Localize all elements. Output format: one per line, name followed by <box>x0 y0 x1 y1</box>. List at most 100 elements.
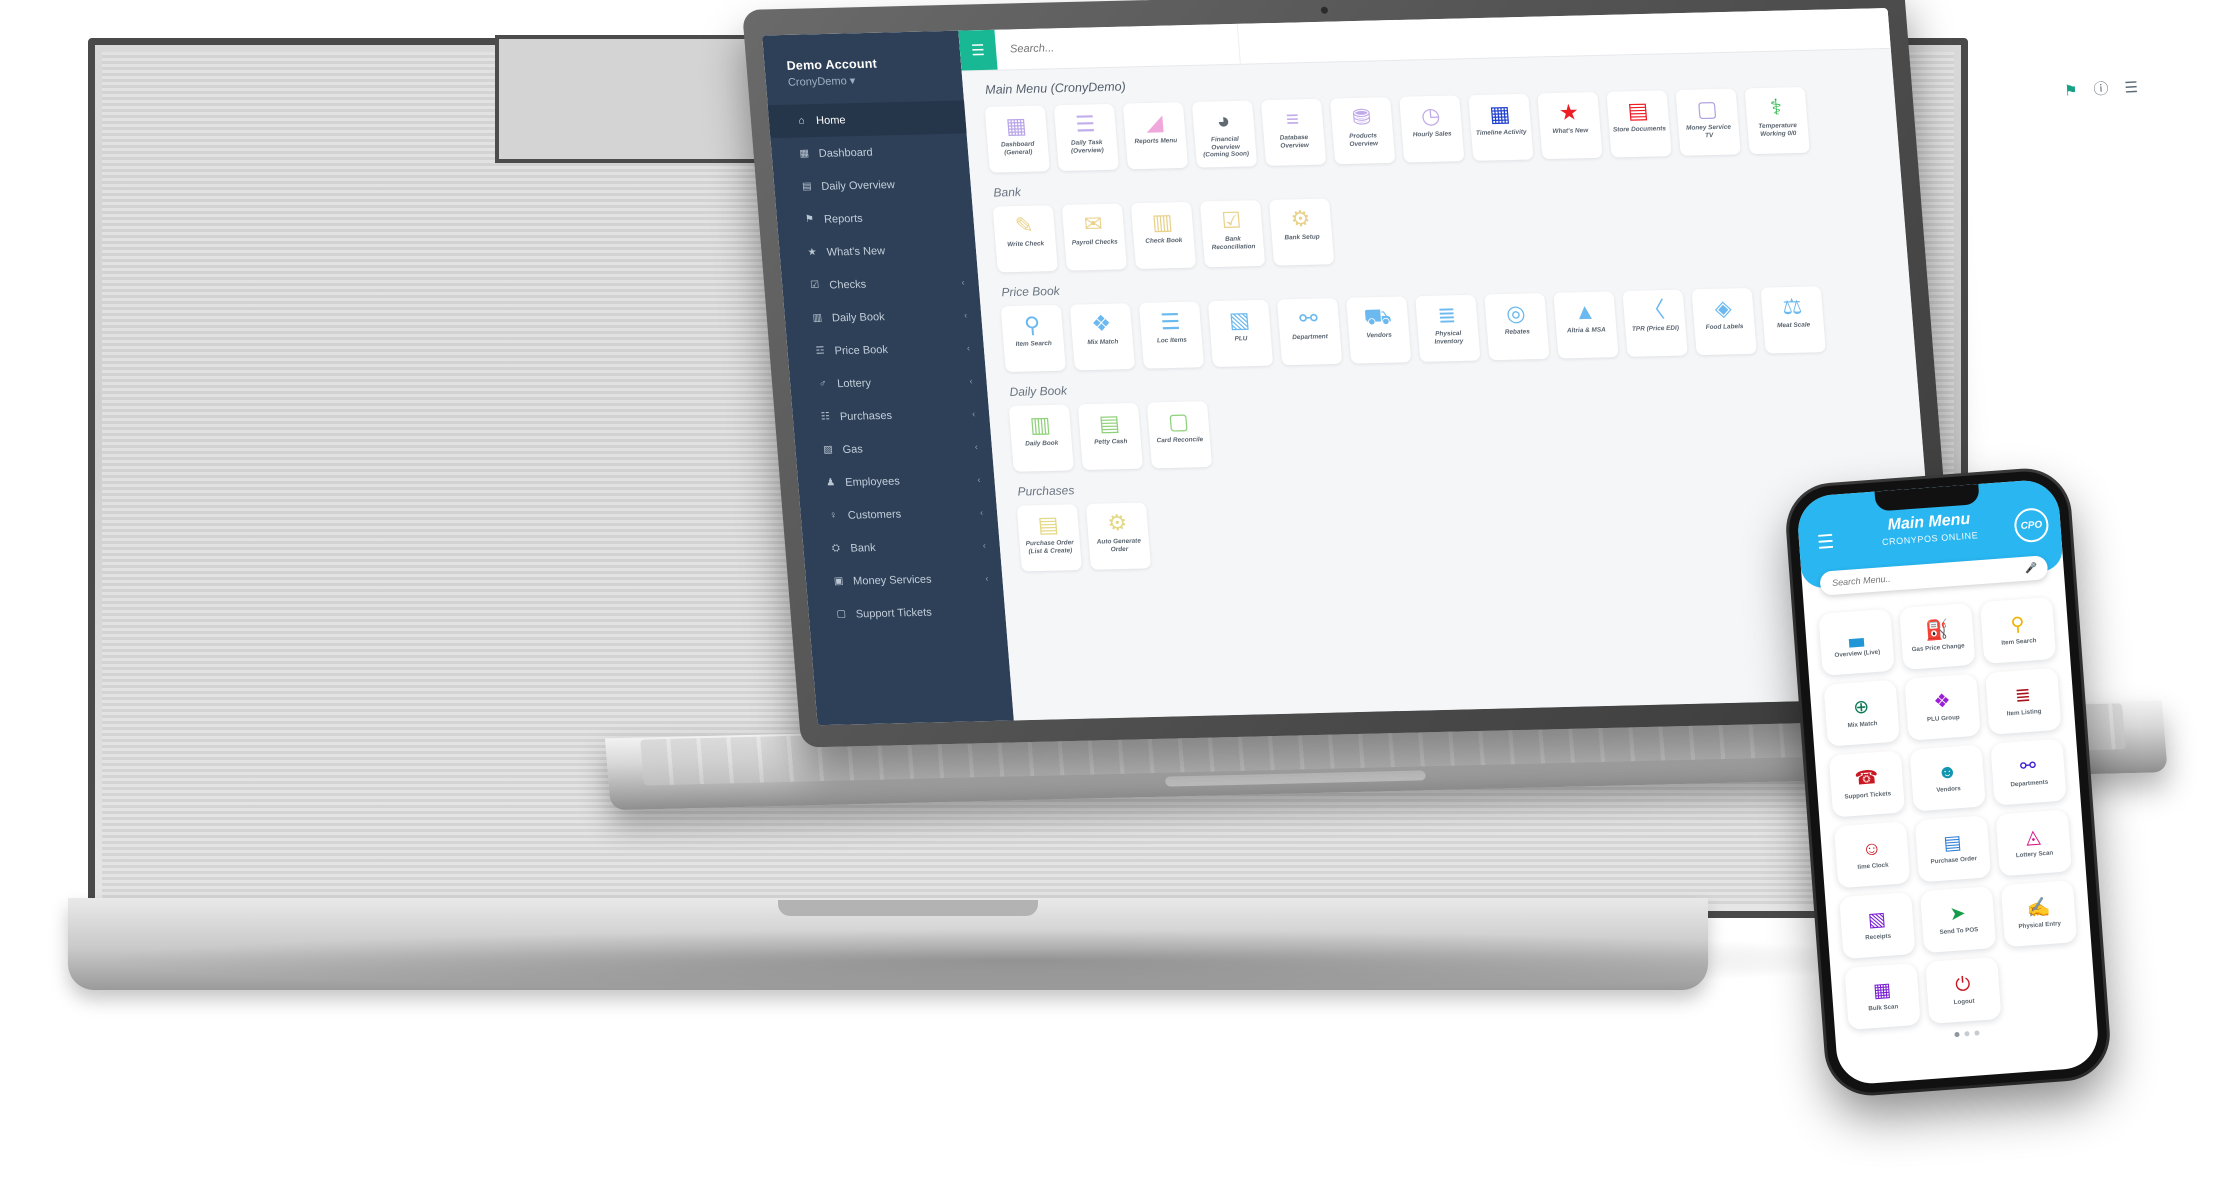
menu-tile[interactable]: ▤ Purchase Order (List & Create) <box>1016 504 1083 572</box>
menu-tile[interactable]: ▤ Store Documents <box>1606 90 1672 158</box>
sidebar-item-gas[interactable]: ▧ Gas ‹ <box>794 429 993 467</box>
menu-tile[interactable]: ⚯ Department <box>1276 298 1343 366</box>
account-block[interactable]: Demo Account CronyDemo ▾ <box>763 41 964 106</box>
menu-tile[interactable]: ☰ Daily Task (Overview) <box>1053 103 1120 172</box>
sidebar-item-checks[interactable]: ☑ Checks ‹ <box>781 265 980 303</box>
pdf-icon: ▲ <box>1572 298 1597 325</box>
menu-tile[interactable]: ▲ Altria & MSA <box>1553 291 1619 359</box>
sidebar-item-customers[interactable]: ♀ Customers ‹ <box>799 495 998 533</box>
sidebar-item-daily-book[interactable]: ▥ Daily Book ‹ <box>784 298 983 336</box>
menu-tile-label: Money Service TV <box>1685 123 1732 139</box>
mobile-tile[interactable]: ☺ time Clock <box>1833 821 1911 889</box>
sidebar-item-employees[interactable]: ♟ Employees ‹ <box>797 462 996 500</box>
microphone-icon[interactable]: 🎤 <box>2025 562 2038 574</box>
mobile-tile-label: Mix Match <box>1847 719 1878 729</box>
sidebar-item-daily-overview[interactable]: ▤ Daily Overview <box>773 166 972 204</box>
menu-tile[interactable]: ⚙ Bank Setup <box>1268 198 1335 266</box>
menu-tile[interactable]: ≡ Database Overview <box>1260 98 1327 166</box>
mobile-tile[interactable]: ⏻ Logout <box>1925 956 2002 1024</box>
menu-tile[interactable]: ◕ Financial Overview (Coming Soon) <box>1191 100 1258 168</box>
mobile-tile[interactable]: ⊕ Mix Match <box>1823 679 1900 747</box>
mobile-tile[interactable]: ≣ Item Listing <box>1985 667 2062 735</box>
menu-tile[interactable]: ☰ Loc Items <box>1138 301 1205 369</box>
sidebar-item-reports[interactable]: ⚑ Reports <box>776 199 975 237</box>
table-icon: ▤ <box>801 181 813 193</box>
pager-dot[interactable] <box>1963 1031 1970 1037</box>
sidebar-item-bank[interactable]: ⛭ Bank ‹ <box>802 528 1001 566</box>
menu-tile[interactable]: ▧ PLU <box>1207 299 1274 368</box>
menu-tile-label: Store Documents <box>1612 125 1667 134</box>
menu-icon[interactable]: ☰ <box>2124 78 2138 97</box>
menu-tile-label: Bank Reconciliation <box>1211 235 1256 251</box>
sidebar-item-what-s-new[interactable]: ★ What's New <box>778 232 977 270</box>
pager-dot[interactable] <box>1973 1030 1980 1036</box>
menu-tile[interactable]: ▥ Daily Book <box>1008 404 1074 472</box>
list-icon: ☰ <box>1159 308 1182 335</box>
mobile-tile-label: time Clock <box>1857 861 1889 871</box>
menu-tile[interactable]: ▦ Dashboard (General) <box>984 105 1050 173</box>
menu-tile[interactable]: 〈 TPR (Price EDI) <box>1622 289 1688 357</box>
menu-tile[interactable]: ◷ Hourly Sales <box>1399 95 1465 163</box>
mobile-search-box[interactable]: 🎤 <box>1819 555 2049 596</box>
sidebar-item-label: Price Book <box>834 343 889 357</box>
physical-entry-icon: ✍ <box>2025 896 2052 920</box>
mobile-tile[interactable]: ✍ Physical Entry <box>2000 880 2078 948</box>
sidebar-item-money-services[interactable]: ▣ Money Services ‹ <box>805 561 1004 599</box>
mobile-tile[interactable]: ▧ Receipts <box>1839 892 1916 960</box>
sidebar-item-label: What's New <box>826 244 886 259</box>
menu-tile-label: Physical Inventory <box>1434 330 1464 346</box>
mobile-tile[interactable]: ⚲ Item Search <box>1979 596 2057 665</box>
mobile-tile[interactable]: ▦ Bulk Scan <box>1844 962 1921 1030</box>
menu-tile[interactable]: ⛟ Vendors <box>1346 296 1412 364</box>
menu-tile[interactable]: ◢ Reports Menu <box>1122 102 1189 170</box>
webcam-icon <box>1320 6 1329 14</box>
menu-tile[interactable]: ◎ Rebates <box>1484 293 1550 361</box>
mobile-tile[interactable]: ⛽ Gas Price Change <box>1899 602 1976 670</box>
menu-tile[interactable]: ▢ Money Service TV <box>1675 88 1741 156</box>
search-input[interactable] <box>1007 36 1239 57</box>
sidebar-item-support-tickets[interactable]: ▢ Support Tickets <box>807 594 1006 632</box>
mobile-tile[interactable]: ☎ Support Tickets <box>1828 750 1906 818</box>
mobile-tile[interactable]: ⚯ Departments <box>1990 738 2067 806</box>
menu-tile-label: Food Labels <box>1705 323 1744 332</box>
mobile-tile[interactable]: ➤ Send To POS <box>1919 886 1997 954</box>
book-icon: ▥ <box>1150 209 1174 235</box>
menu-tile[interactable]: ✎ Write Check <box>992 205 1058 273</box>
help-icon[interactable]: ⓘ <box>2093 78 2109 100</box>
menu-tile[interactable]: ▤ Petty Cash <box>1077 402 1144 471</box>
sidebar-item-lottery[interactable]: ♂ Lottery ‹ <box>789 364 988 402</box>
menu-tile[interactable]: ⚲ Item Search <box>1000 304 1066 373</box>
menu-tile[interactable]: ★ What's New <box>1537 91 1603 160</box>
menu-tile-label: Department <box>1292 333 1329 342</box>
menu-tile[interactable]: ❖ Mix Match <box>1069 303 1136 371</box>
sidebar-item-price-book[interactable]: ☲ Price Book ‹ <box>786 331 985 369</box>
sidebar-item-home[interactable]: ⌂ Home <box>767 100 967 139</box>
hamburger-icon[interactable]: ☰ <box>958 29 998 71</box>
menu-tile[interactable]: ⚖ Meat Scale <box>1760 286 1826 354</box>
mobile-tile[interactable]: ▃ Overview (Live) <box>1818 608 1895 676</box>
sidebar-item-purchases[interactable]: ☷ Purchases ‹ <box>792 396 991 434</box>
mobile-tile[interactable]: ❖ PLU Group <box>1904 673 1981 741</box>
menu-tile[interactable]: ◈ Food Labels <box>1691 287 1757 356</box>
menu-tile[interactable]: ⛃ Products Overview <box>1329 97 1396 165</box>
menu-tile[interactable]: ≣ Physical Inventory <box>1415 294 1481 362</box>
notification-icon[interactable]: ⚑ <box>2064 81 2078 100</box>
gears-icon: ⚙ <box>1106 509 1129 536</box>
mobile-tile[interactable]: ☻ Vendors <box>1909 744 1986 812</box>
menu-tile[interactable]: ▥ Check Book <box>1130 201 1197 270</box>
search-box[interactable] <box>994 23 1241 70</box>
mobile-tile[interactable]: ◬ Lottery Scan <box>1995 809 2072 877</box>
mobile-tile[interactable]: ▤ Purchase Order <box>1914 815 1992 883</box>
menu-tile[interactable]: ⚙ Auto Generate Order <box>1085 502 1152 570</box>
mobile-search-input[interactable] <box>1829 562 2026 590</box>
menu-tile-label: Card Reconcile <box>1156 436 1204 445</box>
menu-tile[interactable]: ☑ Bank Reconciliation <box>1199 200 1266 268</box>
box-icon: ▧ <box>1228 307 1251 333</box>
menu-tile[interactable]: ▦ Timeline Activity <box>1468 93 1534 161</box>
menu-tile[interactable]: ▢ Card Reconcile <box>1146 401 1213 469</box>
sidebar-item-dashboard[interactable]: ▦ Dashboard <box>770 133 969 171</box>
menu-tile[interactable]: ✉ Payroll Checks <box>1061 203 1128 271</box>
menu-tile[interactable]: ⚕ Temperature Working 0/0 <box>1744 86 1810 155</box>
pager-dot[interactable] <box>1953 1031 1960 1038</box>
menu-tile-label: Database Overview <box>1279 133 1310 150</box>
